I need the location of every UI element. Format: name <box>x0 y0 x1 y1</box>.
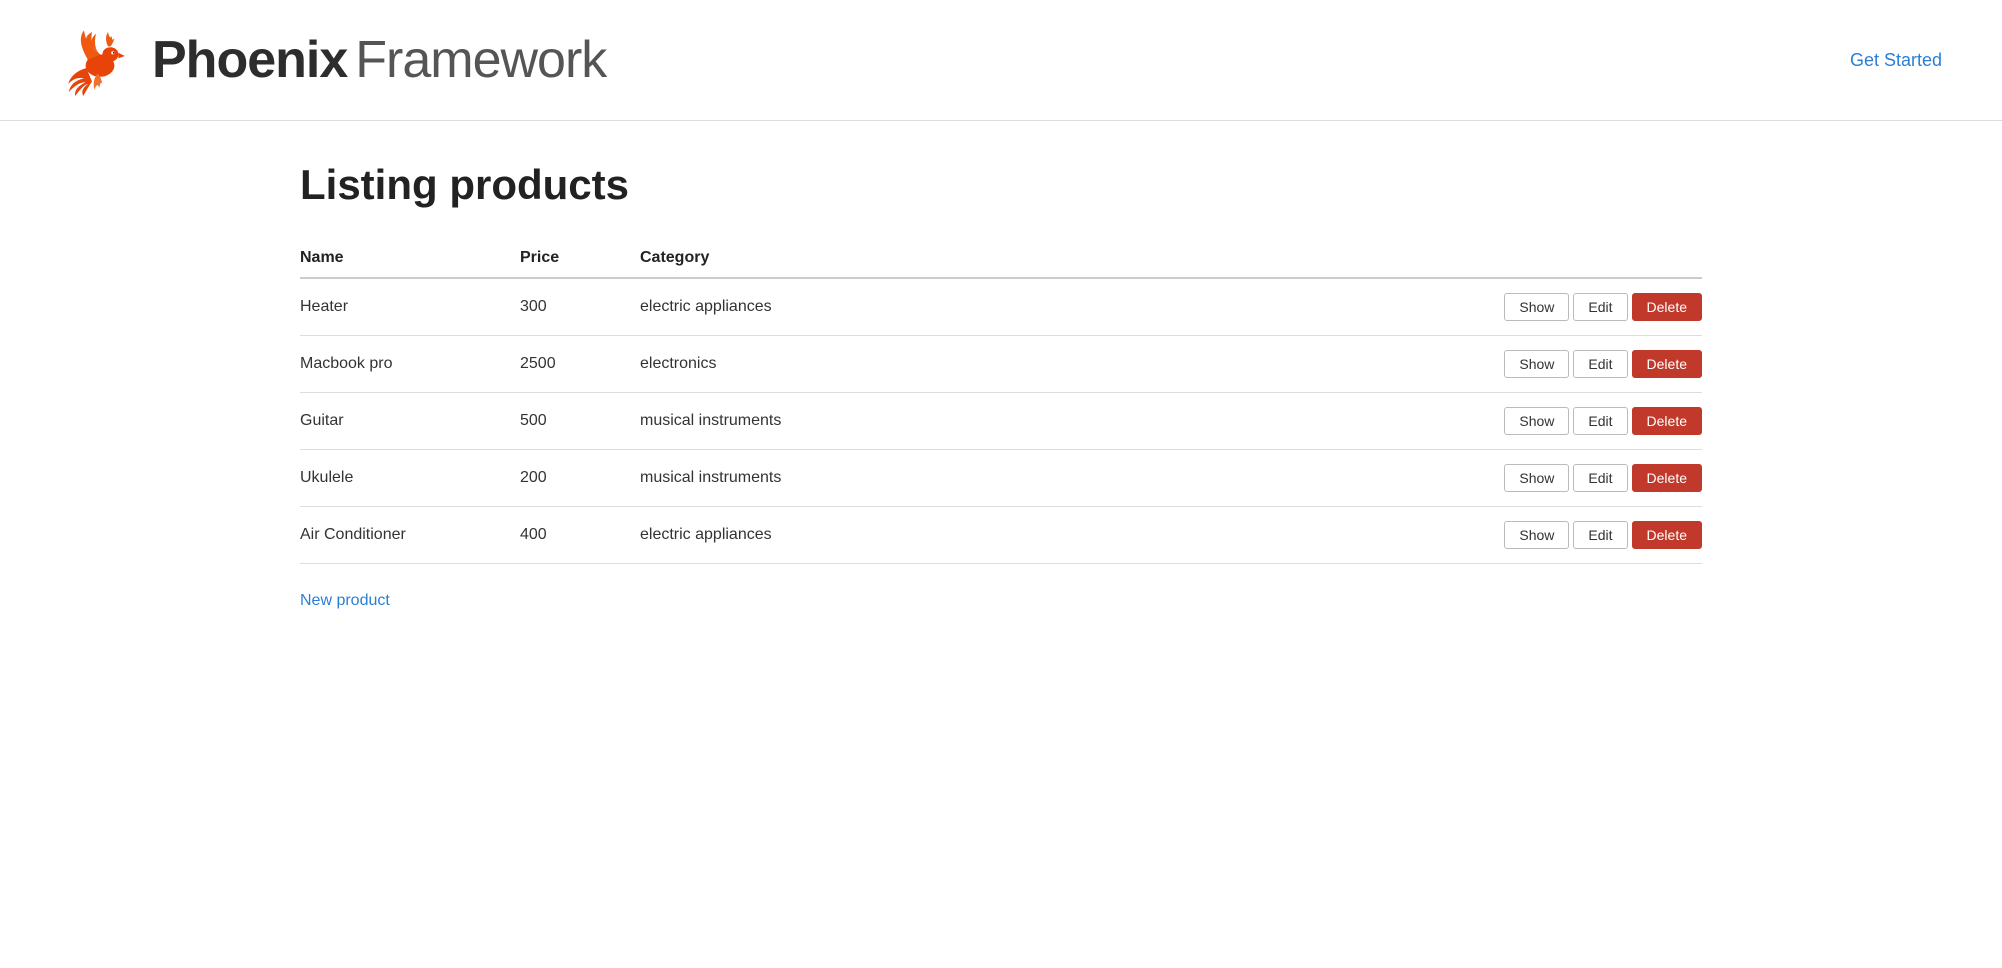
cell-actions: ShowEditDelete <box>1104 450 1702 507</box>
cell-name: Heater <box>300 278 520 336</box>
cell-category: electric appliances <box>640 507 1104 564</box>
action-buttons: ShowEditDelete <box>1104 350 1702 378</box>
header-framework-text: Framework <box>355 30 606 90</box>
cell-price: 300 <box>520 278 640 336</box>
table-row: Ukulele200musical instrumentsShowEditDel… <box>300 450 1702 507</box>
action-buttons: ShowEditDelete <box>1104 464 1702 492</box>
page-title: Listing products <box>300 161 1702 209</box>
cell-category: electronics <box>640 336 1104 393</box>
get-started-link[interactable]: Get Started <box>1850 50 1942 71</box>
edit-button[interactable]: Edit <box>1573 350 1627 378</box>
action-buttons: ShowEditDelete <box>1104 293 1702 321</box>
cell-price: 2500 <box>520 336 640 393</box>
show-button[interactable]: Show <box>1504 521 1569 549</box>
table-row: Heater300electric appliancesShowEditDele… <box>300 278 1702 336</box>
action-buttons: ShowEditDelete <box>1104 521 1702 549</box>
cell-name: Air Conditioner <box>300 507 520 564</box>
table-body: Heater300electric appliancesShowEditDele… <box>300 278 1702 564</box>
show-button[interactable]: Show <box>1504 464 1569 492</box>
main-content: Listing products Name Price Category Hea… <box>0 121 2002 650</box>
site-header: Phoenix Framework Get Started <box>0 0 2002 121</box>
edit-button[interactable]: Edit <box>1573 407 1627 435</box>
cell-actions: ShowEditDelete <box>1104 393 1702 450</box>
cell-price: 200 <box>520 450 640 507</box>
delete-button[interactable]: Delete <box>1632 293 1702 321</box>
delete-button[interactable]: Delete <box>1632 407 1702 435</box>
delete-button[interactable]: Delete <box>1632 464 1702 492</box>
header-title: Phoenix Framework <box>152 30 606 90</box>
table-header: Name Price Category <box>300 239 1702 278</box>
cell-price: 400 <box>520 507 640 564</box>
delete-button[interactable]: Delete <box>1632 350 1702 378</box>
show-button[interactable]: Show <box>1504 407 1569 435</box>
delete-button[interactable]: Delete <box>1632 521 1702 549</box>
edit-button[interactable]: Edit <box>1573 521 1627 549</box>
cell-actions: ShowEditDelete <box>1104 507 1702 564</box>
new-product-link[interactable]: New product <box>300 592 390 610</box>
table-row: Guitar500musical instrumentsShowEditDele… <box>300 393 1702 450</box>
cell-category: musical instruments <box>640 450 1104 507</box>
cell-name: Macbook pro <box>300 336 520 393</box>
cell-actions: ShowEditDelete <box>1104 278 1702 336</box>
cell-category: musical instruments <box>640 393 1104 450</box>
col-header-name: Name <box>300 239 520 278</box>
header-phoenix-text: Phoenix <box>152 30 347 90</box>
header-logo-area: Phoenix Framework <box>60 20 606 100</box>
cell-actions: ShowEditDelete <box>1104 336 1702 393</box>
col-header-category: Category <box>640 239 1104 278</box>
table-row: Air Conditioner400electric appliancesSho… <box>300 507 1702 564</box>
cell-category: electric appliances <box>640 278 1104 336</box>
cell-price: 500 <box>520 393 640 450</box>
edit-button[interactable]: Edit <box>1573 464 1627 492</box>
action-buttons: ShowEditDelete <box>1104 407 1702 435</box>
phoenix-logo-icon <box>60 20 140 100</box>
edit-button[interactable]: Edit <box>1573 293 1627 321</box>
cell-name: Guitar <box>300 393 520 450</box>
table-header-row: Name Price Category <box>300 239 1702 278</box>
col-header-actions <box>1104 239 1702 278</box>
products-table: Name Price Category Heater300electric ap… <box>300 239 1702 564</box>
show-button[interactable]: Show <box>1504 350 1569 378</box>
show-button[interactable]: Show <box>1504 293 1569 321</box>
col-header-price: Price <box>520 239 640 278</box>
cell-name: Ukulele <box>300 450 520 507</box>
table-row: Macbook pro2500electronicsShowEditDelete <box>300 336 1702 393</box>
